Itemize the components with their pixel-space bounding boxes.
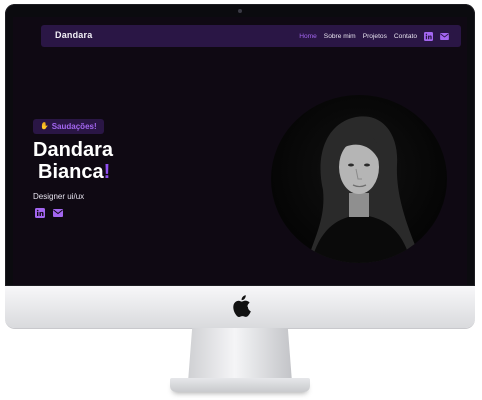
greeting-text: Saudações! [51,122,97,131]
hero-name-accent: ! [103,161,111,183]
hero-name: Dandara Bianca! [33,139,153,183]
hero-name-second-line: Bianca! [33,161,153,183]
greeting-badge: ✋ Saudações! [33,119,104,134]
linkedin-icon[interactable] [424,31,433,41]
mail-icon[interactable] [53,208,63,218]
linkedin-icon[interactable] [35,208,45,218]
nav-link-projetos[interactable]: Projetos [363,33,387,40]
profile-photo [271,95,447,263]
website-screen: Dandara Home Sobre mim Projetos Contato … [13,17,467,285]
camera-dot [238,9,242,13]
monitor-stand-base [170,378,310,392]
mail-icon[interactable] [440,32,449,41]
apple-logo-icon [231,294,251,318]
nav-link-home[interactable]: Home [299,33,317,40]
monitor-stand [188,328,292,382]
nav-link-sobre-mim[interactable]: Sobre mim [324,33,356,40]
hero-role: Designer ui/ux [33,192,85,201]
hero-name-first: Dandara [33,139,114,161]
nav-links: Home Sobre mim Projetos Contato [299,25,449,47]
navbar: Dandara Home Sobre mim Projetos Contato [41,25,461,47]
hero-name-last: Bianca [38,161,104,183]
brand-logo[interactable]: Dandara [55,30,92,40]
waving-hand-icon: ✋ [40,123,49,130]
hero-socials [35,208,63,218]
nav-link-contato[interactable]: Contato [394,33,417,40]
